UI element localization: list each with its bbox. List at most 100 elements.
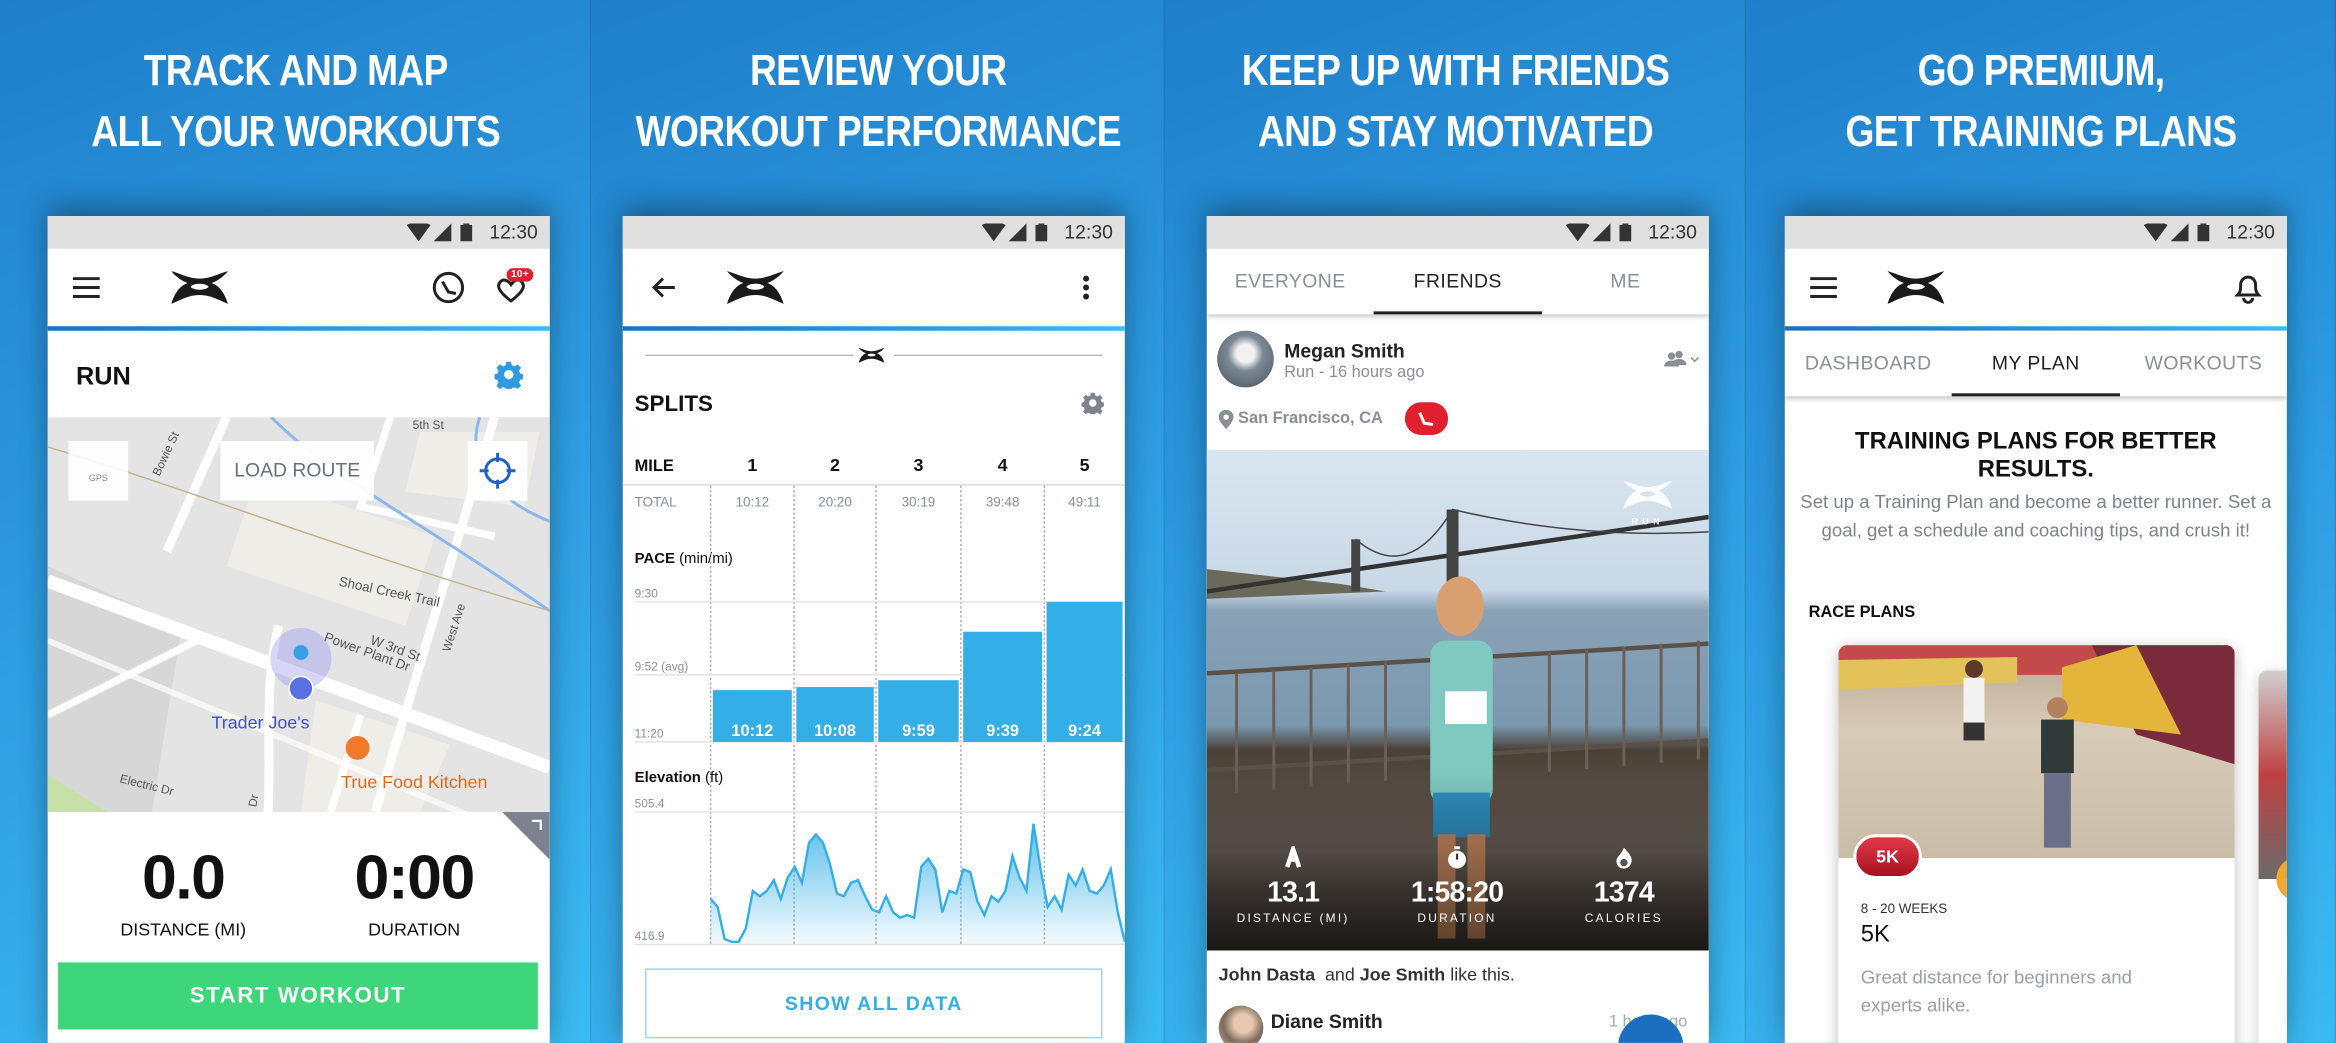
bar-label: 10:12 bbox=[731, 722, 773, 740]
under-armour-logo bbox=[171, 271, 228, 304]
tab-dashboard[interactable]: DASHBOARD bbox=[1785, 331, 1952, 397]
route-icon bbox=[1285, 846, 1302, 868]
start-workout-button[interactable]: START WORKOUT bbox=[58, 962, 538, 1030]
avatar[interactable] bbox=[1217, 330, 1274, 388]
status-bar: 12:30 bbox=[1784, 216, 2287, 249]
plan-card-next[interactable] bbox=[2258, 670, 2287, 1043]
notification-badge: 10+ bbox=[506, 268, 534, 282]
bar-label: 9:39 bbox=[986, 722, 1019, 740]
y-tick-label: 9:30 bbox=[635, 586, 659, 600]
location-pin-icon bbox=[1218, 409, 1234, 430]
post-photo[interactable]: RUN 13.1 DISTANCE (MI) 1:58:20 DURATION 1374… bbox=[1206, 449, 1709, 951]
poi-label[interactable]: Trader Joe's bbox=[212, 713, 310, 733]
menu-icon[interactable] bbox=[1810, 277, 1837, 298]
duration-value: 0:00 bbox=[354, 841, 476, 912]
post-author[interactable]: Diane Smith bbox=[1271, 1010, 1383, 1032]
post-stat-label: DURATION bbox=[1417, 911, 1497, 926]
headline: GO PREMIUM, GET TRAINING PLANS bbox=[1845, 47, 2238, 157]
tab-friends[interactable]: FRIENDS bbox=[1373, 249, 1542, 315]
post-meta: Run - 16 hours ago bbox=[1284, 363, 1425, 382]
phone-screen: 12:30 EVERYONE FRIENDS ME Megan Smith Ru… bbox=[1206, 216, 1709, 1043]
y-tick-label: 9:52 (avg) bbox=[635, 659, 689, 673]
expand-corner[interactable] bbox=[502, 811, 550, 860]
panel-performance: REVIEW YOUR WORKOUT PERFORMANCE 12:30 SPL… bbox=[591, 0, 1166, 1043]
post-stat-label: DISTANCE (MI) bbox=[1236, 911, 1350, 926]
clock: 12:30 bbox=[489, 220, 538, 243]
poi-label[interactable]: True Food Kitchen bbox=[341, 772, 487, 792]
app-bar bbox=[1784, 248, 2287, 327]
section-title: RACE PLANS bbox=[1808, 603, 1916, 622]
shoe-icon bbox=[1418, 412, 1434, 427]
wifi-icon bbox=[406, 223, 431, 242]
clock: 12:30 bbox=[1648, 220, 1697, 243]
recenter-button[interactable] bbox=[467, 440, 528, 501]
menu-icon[interactable] bbox=[73, 277, 100, 298]
phone-screen: 12:30 SPLITS MILE TOTAL PACE (min/mi) El… bbox=[622, 216, 1125, 1043]
tab-everyone[interactable]: EVERYONE bbox=[1207, 249, 1374, 315]
divider bbox=[47, 326, 550, 331]
splits-charts: 9:30 9:52 (avg) 11:20 10:12 10:08 9:59 9:39 9:2… bbox=[635, 485, 1125, 947]
headline: KEEP UP WITH FRIENDS AND STAY MOTIVATED bbox=[1241, 47, 1670, 157]
feed-tabs: EVERYONE FRIENDS ME bbox=[1206, 248, 1709, 315]
clock: 12:30 bbox=[2226, 220, 2275, 243]
post-stat-value: 1:58:20 bbox=[1410, 877, 1504, 909]
panel-friends: KEEP UP WITH FRIENDS AND STAY MOTIVATED 1… bbox=[1165, 0, 1747, 1043]
flame-icon bbox=[1616, 847, 1632, 869]
tab-my-plan[interactable]: MY PLAN bbox=[1951, 331, 2120, 397]
y-tick-label: 505.4 bbox=[635, 796, 665, 810]
signal-icon bbox=[433, 223, 452, 242]
crosshair-icon bbox=[479, 452, 516, 489]
distance-label: DISTANCE (MI) bbox=[120, 919, 247, 941]
wifi-icon bbox=[1565, 223, 1590, 242]
post-stat-value: 1374 bbox=[1593, 877, 1655, 909]
signal-icon bbox=[2170, 223, 2189, 242]
plan-card-photo bbox=[1838, 645, 2235, 859]
tab-me[interactable]: ME bbox=[1542, 249, 1709, 315]
plan-name: 5K bbox=[1860, 922, 1890, 948]
post-stat-value: 13.1 bbox=[1267, 877, 1320, 909]
wifi-icon bbox=[2143, 223, 2168, 242]
gear-icon[interactable] bbox=[494, 361, 523, 389]
post-author[interactable]: Megan Smith bbox=[1284, 340, 1405, 362]
battery-icon bbox=[1619, 223, 1632, 242]
panel-track: TRACK AND MAP ALL YOUR WORKOUTS 12:30 10+… bbox=[0, 0, 592, 1043]
pace-bar bbox=[1046, 601, 1123, 742]
status-bar: 12:30 bbox=[47, 216, 550, 249]
audience-selector-icon[interactable] bbox=[1664, 350, 1700, 368]
headline: TRACK AND MAP ALL YOUR WORKOUTS bbox=[91, 47, 501, 157]
plan-description: Great distance for beginners and experts… bbox=[1860, 966, 2132, 1017]
bar-label: 10:08 bbox=[814, 722, 856, 740]
phone-screen: 12:30 10+ RUN Shoal Creek Trail Bowie St… bbox=[47, 216, 550, 1043]
location-dot bbox=[293, 645, 309, 660]
app-store-screenshots: TRACK AND MAP ALL YOUR WORKOUTS 12:30 10+… bbox=[0, 0, 2336, 1043]
y-tick-label: 11:20 bbox=[635, 726, 664, 740]
restaurant-icon[interactable] bbox=[345, 735, 370, 760]
likes-text[interactable]: John Dasta and Joe Smith like this. bbox=[1219, 964, 1515, 985]
y-tick-label: 416.9 bbox=[635, 929, 665, 943]
bar-label: 9:24 bbox=[1068, 722, 1102, 740]
shopping-cart-icon[interactable] bbox=[288, 675, 314, 701]
activity-type[interactable]: RUN bbox=[76, 362, 131, 392]
show-all-data-button[interactable]: SHOW ALL DATA bbox=[645, 968, 1103, 1039]
bell-icon[interactable] bbox=[2233, 271, 2263, 304]
plan-card-5k[interactable]: 5K 8 - 20 WEEKS 5K Great distance for be… bbox=[1838, 645, 2235, 1043]
avatar[interactable] bbox=[1218, 1005, 1264, 1043]
bar-label: 9:59 bbox=[902, 722, 935, 740]
stopwatch-icon bbox=[1448, 846, 1466, 869]
tab-workouts[interactable]: WORKOUTS bbox=[2120, 331, 2287, 397]
shoe-icon[interactable] bbox=[432, 271, 465, 304]
runners-photo bbox=[1838, 645, 2235, 848]
battery-icon bbox=[460, 223, 473, 242]
status-bar: 12:30 bbox=[1206, 216, 1709, 249]
intro-body: Set up a Training Plan and become a bett… bbox=[1800, 491, 2272, 541]
battery-icon bbox=[2197, 223, 2210, 242]
load-route-button[interactable]: LOAD ROUTE bbox=[220, 440, 374, 501]
map[interactable]: Shoal Creek Trail Bowie St 5th St West A… bbox=[47, 417, 550, 812]
phone-screen: 12:30 DASHBOARD MY PLAN WORKOUTS TRAININ… bbox=[1784, 216, 2287, 1043]
plan-tabs: DASHBOARD MY PLAN WORKOUTS bbox=[1784, 330, 2287, 397]
intro-title: TRAINING PLANS FOR BETTER RESULTS. bbox=[1855, 429, 2217, 483]
signal-icon bbox=[1592, 223, 1611, 242]
watermark-label: RUN bbox=[1631, 518, 1665, 528]
distance-value: 0.0 bbox=[141, 841, 226, 912]
post-location: San Francisco, CA bbox=[1238, 409, 1383, 428]
